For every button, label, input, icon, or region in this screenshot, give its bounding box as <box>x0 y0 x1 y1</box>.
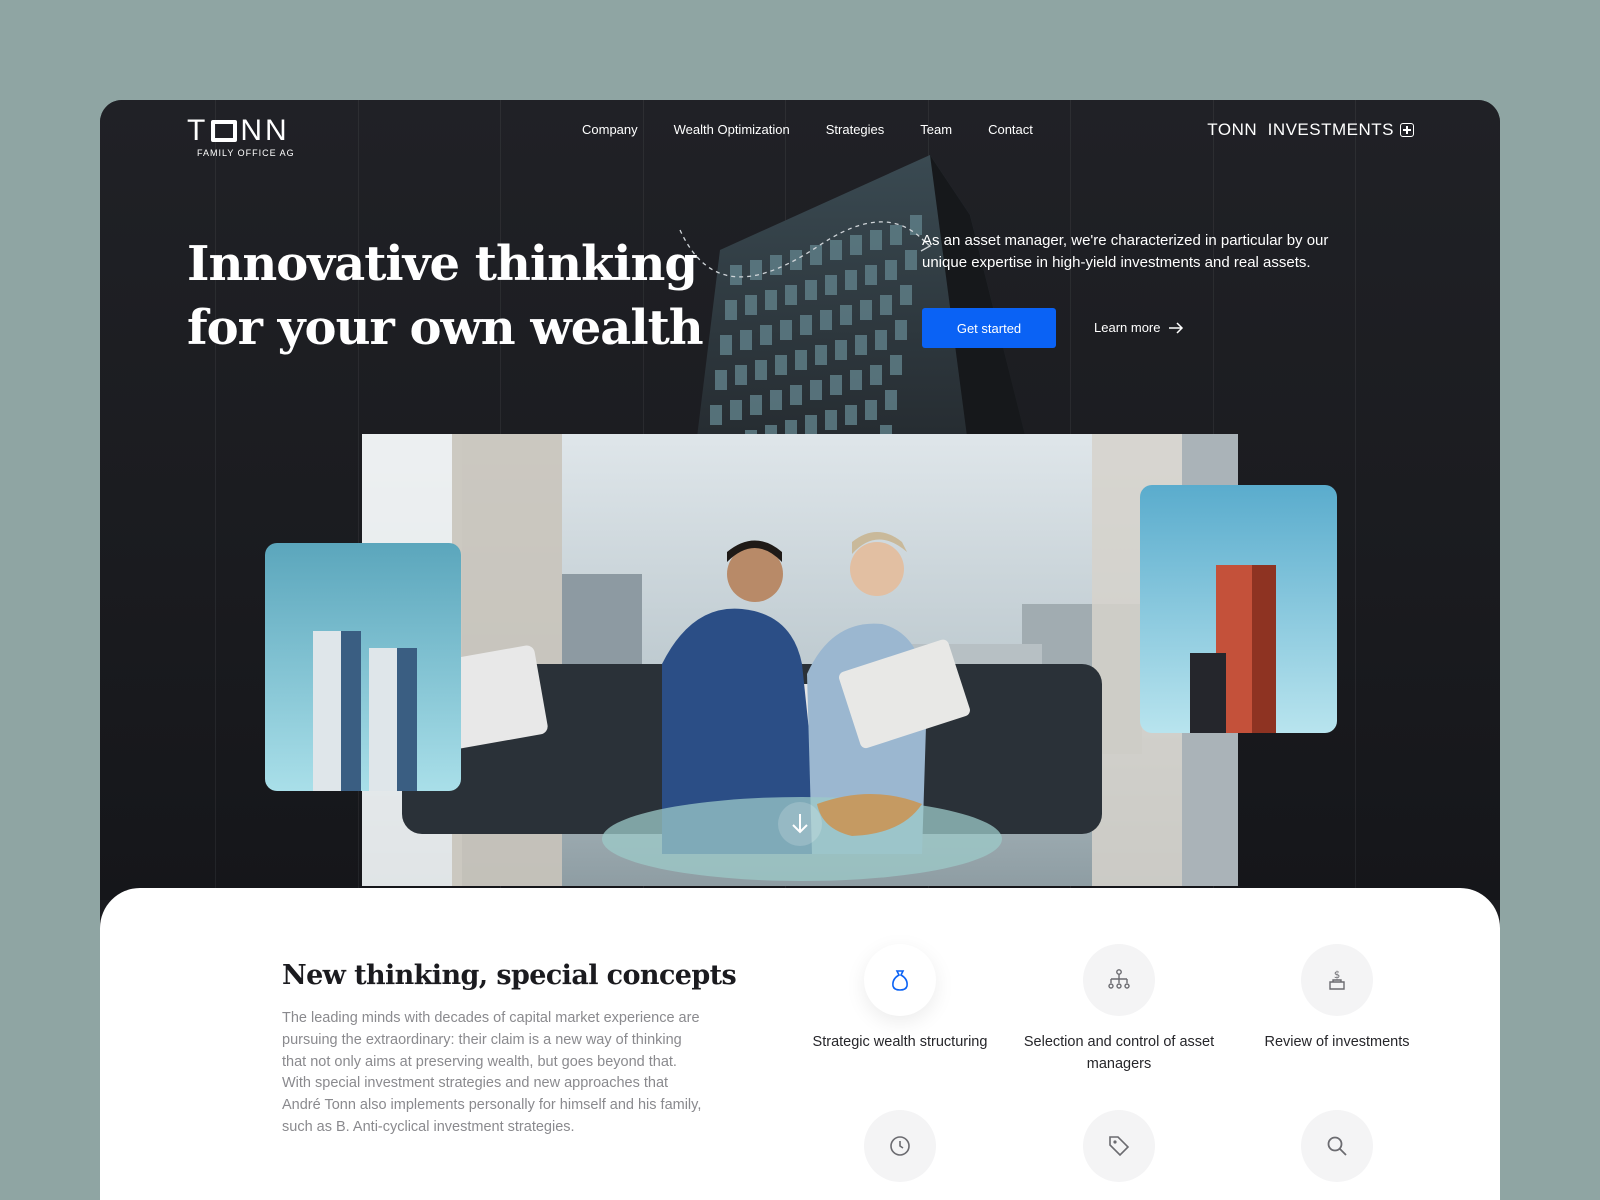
concepts-section: New thinking, special concepts The leadi… <box>100 888 1500 1200</box>
get-started-button[interactable]: Get started <box>922 308 1056 348</box>
nav-item-strategies[interactable]: Strategies <box>826 122 885 137</box>
clock-icon <box>890 1136 910 1156</box>
arrow-right-icon <box>1169 321 1184 334</box>
headline-line-2: for your own wealth <box>187 300 704 356</box>
feature-icon-circle: $ <box>1301 944 1373 1016</box>
scroll-down-button[interactable] <box>778 802 822 846</box>
hero-intro-text: As an asset manager, we're characterized… <box>922 232 1329 271</box>
website-frame: T NN FAMILY OFFICE AG Company Wealth Opt… <box>100 100 1500 1200</box>
org-chart-icon <box>1108 969 1130 989</box>
nav-item-team[interactable]: Team <box>920 122 952 137</box>
feature-label: Review of investments <box>1264 1034 1410 1050</box>
learn-more-link[interactable]: Learn more <box>1094 320 1184 335</box>
nav-item-wealth-optimization[interactable]: Wealth Optimization <box>674 122 790 137</box>
money-bag-icon <box>892 970 908 991</box>
logo[interactable]: T NN FAMILY OFFICE AG <box>187 114 295 158</box>
feature-icon-circle <box>1083 1110 1155 1182</box>
tonn-investments-link[interactable]: TONN INVESTMENTS <box>1207 120 1414 140</box>
hero-section: T NN FAMILY OFFICE AG Company Wealth Opt… <box>100 100 1500 900</box>
grid-line <box>1355 100 1356 900</box>
logo-letters-right: NN <box>240 114 290 147</box>
twin-towers-photo <box>265 543 461 791</box>
grid-line <box>215 100 216 900</box>
feature-tag[interactable] <box>1019 1110 1219 1182</box>
tag-icon <box>1109 1136 1130 1157</box>
concepts-body: The leading minds with decades of capita… <box>282 1010 702 1135</box>
feature-asset-managers[interactable]: Selection and control of asset managers <box>1019 944 1219 1076</box>
hero-headline: Innovative thinking for your own wealth <box>187 232 707 360</box>
learn-more-label: Learn more <box>1094 320 1161 335</box>
feature-icon-circle <box>864 944 936 1016</box>
logo-letters-left: T <box>187 114 209 147</box>
nav-item-company[interactable]: Company <box>582 122 638 137</box>
feature-label: Strategic wealth structuring <box>812 1034 988 1050</box>
logo-wordmark: T NN <box>187 114 295 148</box>
dollar-hand-icon: $ <box>1329 970 1345 990</box>
search-icon <box>1327 1136 1347 1156</box>
plus-icon <box>1400 123 1414 137</box>
arrow-down-icon <box>792 814 808 834</box>
logo-o-square <box>211 120 238 142</box>
feature-icon-circle <box>1301 1110 1373 1182</box>
feature-search[interactable] <box>1237 1110 1437 1182</box>
nav-item-contact[interactable]: Contact <box>988 122 1033 137</box>
feature-time[interactable] <box>800 1110 1000 1182</box>
feature-icon-circle <box>864 1110 936 1182</box>
tonn-investments-label: TONN INVESTMENTS <box>1207 120 1394 139</box>
headline-line-1: Innovative thinking <box>187 236 698 292</box>
feature-review-investments[interactable]: $ Review of investments <box>1237 944 1437 1054</box>
concepts-title: New thinking, special concepts <box>282 960 737 991</box>
red-tower-photo <box>1140 485 1337 733</box>
logo-tagline: FAMILY OFFICE AG <box>197 148 295 158</box>
feature-icon-circle <box>1083 944 1155 1016</box>
main-nav: Company Wealth Optimization Strategies T… <box>582 122 1069 137</box>
feature-label: Selection and control of asset managers <box>1023 1034 1215 1072</box>
feature-strategic-wealth[interactable]: Strategic wealth structuring <box>800 944 1000 1054</box>
